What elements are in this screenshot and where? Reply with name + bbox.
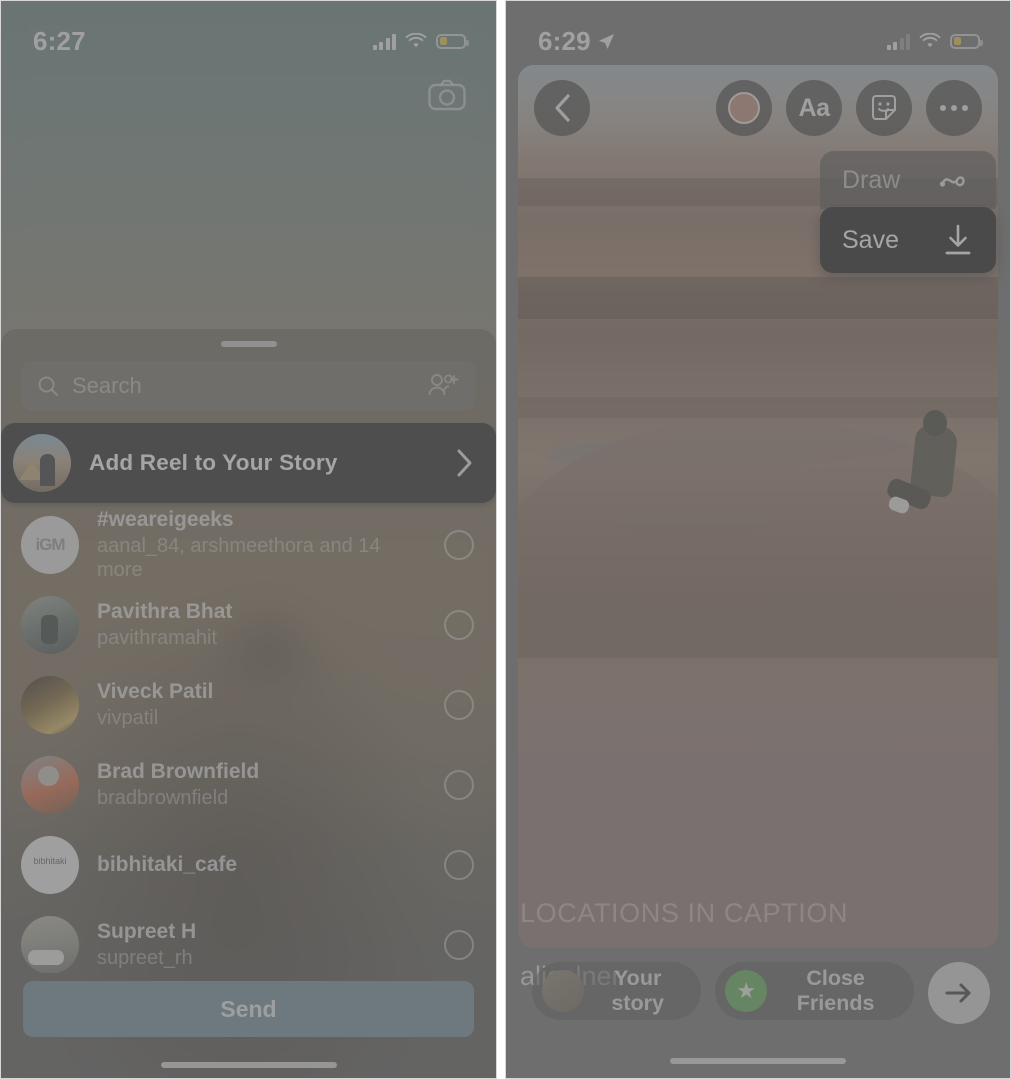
close-friends-label: Close Friends (796, 966, 875, 1015)
recipient-name: #weareigeeks (97, 507, 234, 531)
select-circle[interactable] (444, 930, 474, 960)
color-circle-icon (728, 92, 760, 124)
status-time-wrap: 6:29 (538, 26, 615, 57)
wifi-icon (919, 32, 941, 47)
person-silhouette (884, 410, 959, 538)
home-indicator (670, 1058, 846, 1064)
recipient-name: bibhitaki_cafe (97, 852, 238, 876)
status-indicators (886, 32, 983, 50)
add-people-icon[interactable] (428, 373, 460, 399)
recipient-subtitle: aanal_84, arshmeethora and 14 more (97, 535, 381, 582)
avatar (21, 836, 79, 894)
recipient-name: Viveck Patil (97, 679, 214, 703)
search-bar[interactable]: Search (21, 361, 476, 411)
your-story-button[interactable]: Your story (532, 962, 702, 1020)
avatar (21, 676, 79, 734)
color-picker-button[interactable] (716, 80, 772, 136)
signal-bars-icon (372, 33, 396, 50)
sticker-button[interactable] (856, 80, 912, 136)
left-status-bar: 6:27 (1, 1, 496, 63)
back-button[interactable] (534, 80, 590, 136)
close-friends-button[interactable]: ★ Close Friends (715, 962, 914, 1020)
list-item-text: bibhitaki_cafe (97, 853, 426, 878)
wifi-icon (405, 32, 427, 47)
next-button[interactable] (928, 962, 990, 1024)
download-arrow-icon (945, 224, 971, 255)
avatar (542, 970, 584, 1012)
recipient-subtitle: vivpatil (97, 707, 159, 730)
recipient-subtitle: bradbrownfield (97, 787, 229, 810)
share-sheet: Search Add Reel to Your Story iGM #weare… (1, 329, 496, 1078)
battery-low-power-icon (436, 33, 469, 49)
list-item[interactable]: Viveck Patil vivpatil (1, 665, 496, 745)
select-circle[interactable] (444, 610, 474, 640)
avatar (13, 434, 71, 492)
story-editor-toolbar: Aa (518, 65, 998, 151)
avatar (21, 756, 79, 814)
right-status-bar: 6:29 (506, 1, 1010, 63)
camera-icon[interactable] (428, 79, 466, 111)
list-item[interactable]: iGM #weareigeeks aanal_84, arshmeethora … (1, 505, 496, 585)
search-input[interactable]: Search (72, 373, 415, 399)
sticker-face-icon (872, 95, 896, 120)
star-icon: ★ (725, 970, 768, 1012)
more-options-button[interactable] (926, 80, 982, 136)
add-reel-to-your-story-row[interactable]: Add Reel to Your Story (1, 423, 496, 503)
your-story-label: Your story (611, 966, 664, 1015)
status-indicators (372, 32, 469, 50)
list-item-text: Pavithra Bhat pavithramahit (97, 600, 426, 651)
send-button[interactable]: Send (23, 981, 474, 1037)
list-item[interactable]: Pavithra Bhat pavithramahit (1, 585, 496, 665)
list-item[interactable]: Brad Brownfield bradbrownfield (1, 745, 496, 825)
recipient-name: Brad Brownfield (97, 759, 260, 783)
avatar: iGM (21, 516, 79, 574)
recipient-name: Supreet H (97, 919, 197, 943)
recipient-name: Pavithra Bhat (97, 599, 233, 623)
left-phone-screen: 6:27 Search Add Reel to Your Story iGM #… (0, 0, 497, 1079)
select-circle[interactable] (444, 850, 474, 880)
menu-item-draw[interactable]: Draw (820, 151, 996, 209)
avatar (21, 916, 79, 973)
add-reel-label: Add Reel to Your Story (89, 450, 338, 475)
menu-item-save[interactable]: Save (820, 207, 996, 273)
list-item-text: Brad Brownfield bradbrownfield (97, 760, 426, 811)
right-phone-screen: LOCATIONS IN CAPTION alicolner 6:29 (505, 0, 1011, 1079)
status-time: 6:27 (33, 25, 86, 56)
select-circle[interactable] (444, 530, 474, 560)
arrow-right-icon (945, 983, 971, 1003)
chevron-right-icon[interactable] (456, 448, 474, 478)
home-indicator (160, 1062, 337, 1068)
signal-bars-icon (886, 33, 910, 50)
caption-title: LOCATIONS IN CAPTION (520, 898, 849, 928)
chevron-left-icon (554, 94, 570, 122)
context-menu: Draw Save (820, 151, 996, 275)
list-item-text: Viveck Patil vivpatil (97, 680, 426, 731)
select-circle[interactable] (444, 770, 474, 800)
list-item[interactable]: bibhitaki_cafe (1, 825, 496, 905)
screenshot-stage: 6:27 Search Add Reel to Your Story iGM #… (0, 0, 1011, 1079)
squiggle-draw-icon (939, 176, 965, 187)
menu-item-label: Save (842, 225, 899, 254)
list-item-text: #weareigeeks aanal_84, arshmeethora and … (97, 508, 426, 583)
list-item[interactable]: Supreet H supreet_rh (1, 905, 496, 973)
recipient-list: iGM #weareigeeks aanal_84, arshmeethora … (1, 503, 496, 973)
select-circle[interactable] (444, 690, 474, 720)
drag-handle[interactable] (220, 341, 277, 347)
avatar (21, 596, 79, 654)
search-icon (38, 376, 58, 396)
more-horizontal-icon (940, 105, 968, 111)
location-arrow-icon (598, 33, 614, 49)
status-time: 6:29 (538, 25, 591, 56)
battery-low-power-icon (950, 33, 983, 49)
recipient-subtitle: supreet_rh (97, 947, 193, 970)
text-tool-button[interactable]: Aa (786, 80, 842, 136)
menu-item-label: Draw (842, 165, 901, 194)
list-item-text: Supreet H supreet_rh (97, 920, 426, 971)
text-tool-label: Aa (798, 93, 830, 122)
recipient-subtitle: pavithramahit (97, 627, 218, 650)
